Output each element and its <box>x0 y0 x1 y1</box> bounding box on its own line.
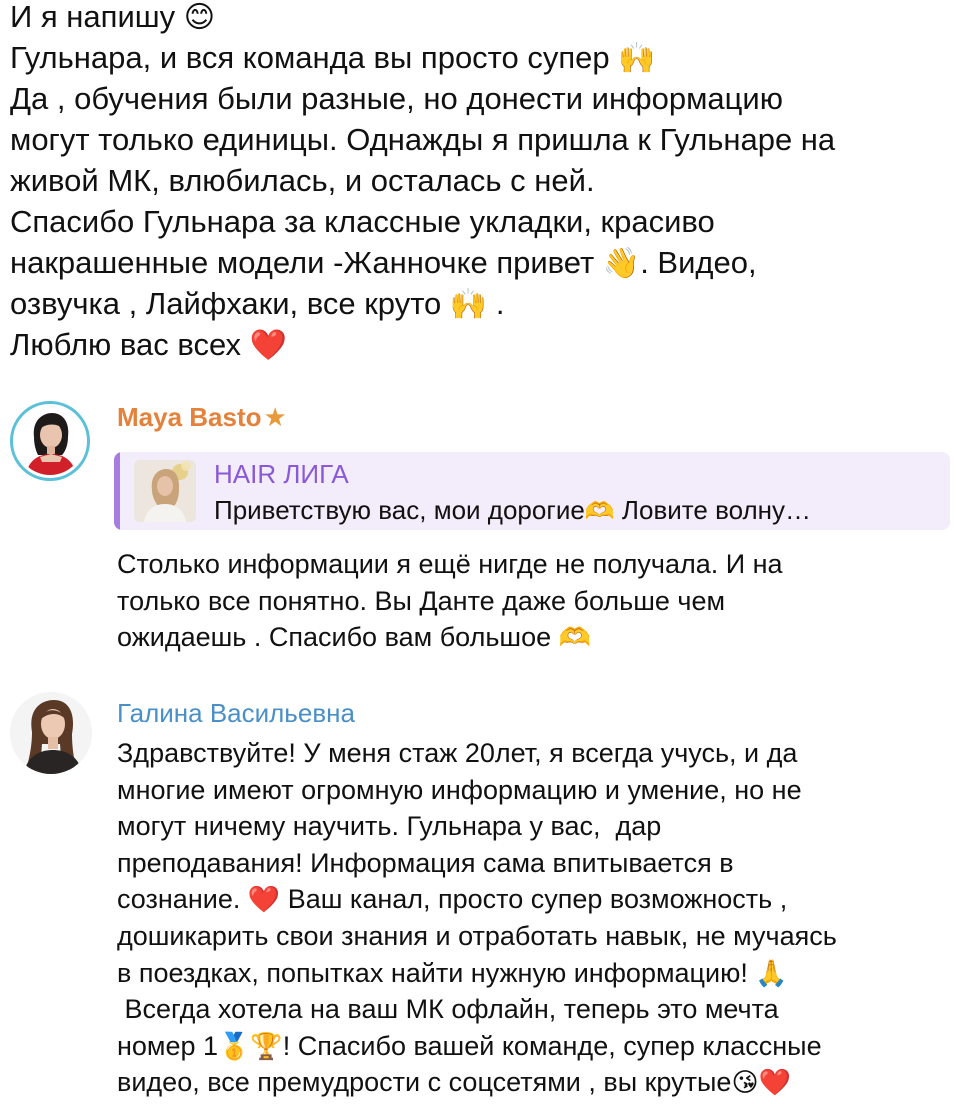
sender-name[interactable]: Галина Васильевна <box>117 697 355 729</box>
avatar-photo-icon <box>16 407 84 475</box>
message-line: Столько информации я ещё нигде не получа… <box>117 549 783 579</box>
star-icon: ★ <box>263 402 287 432</box>
message-line: видео, все премудрости с соцсетями , вы … <box>117 1067 791 1099</box>
message-line: могут ничему научить. Гульнара у вас, да… <box>117 811 662 842</box>
message-line: ожидаешь . Спасибо вам большое 🫶 <box>117 622 591 654</box>
reply-thumbnail <box>134 460 196 522</box>
reply-text: Приветствую вас, мои дорогие🫶 Ловите вол… <box>214 495 812 525</box>
avatar-maya[interactable] <box>10 401 90 481</box>
kiss-heart-emoji-icon: 😘❤️ <box>731 1068 791 1099</box>
reply-title: HAIR ЛИГА <box>214 459 349 489</box>
heart-hands-emoji-icon: 🫶 <box>558 623 591 654</box>
message-line: озвучка , Лайфхаки, все круто 🙌 . <box>10 286 505 322</box>
message-line: в поездках, попытках найти нужную информ… <box>117 957 788 989</box>
avatar-photo-icon <box>10 692 92 774</box>
reply-quote[interactable]: HAIR ЛИГА Приветствую вас, мои дорогие🫶 … <box>114 452 950 530</box>
raised-hands-emoji-icon: 🙌 <box>449 287 488 322</box>
message-galina: Здравствуйте! У меня стаж 20лет, я всегд… <box>117 735 952 1101</box>
waving-hand-emoji-icon: 👋 <box>602 246 641 281</box>
avatar-galina[interactable] <box>10 692 92 774</box>
reply-accent-bar <box>114 452 120 530</box>
message-line: преподавания! Информация сама впитываетс… <box>117 847 734 878</box>
smile-emoji-icon: 😊 <box>183 0 216 35</box>
message-line: Гульнара, и вся команда вы просто супер … <box>10 40 656 76</box>
message-maya: Столько информации я ещё нигде не получа… <box>117 546 952 656</box>
heart-hands-emoji-icon: 🫶 <box>584 497 615 525</box>
sender-name[interactable]: Maya Basto★ <box>117 401 287 433</box>
folded-hands-emoji-icon: 🙏 <box>755 958 788 989</box>
message-line: Люблю вас всех ❤️ <box>10 327 288 363</box>
heart-emoji-icon: ❤️ <box>249 328 288 363</box>
raised-hands-emoji-icon: 🙌 <box>618 41 656 76</box>
message-line: Да , обучения были разные, но донести ин… <box>10 81 783 116</box>
message-line: номер 1🥇🏆! Спасибо вашей команде, супер … <box>117 1030 822 1062</box>
message-line: могут только единицы. Однажды я пришла к… <box>10 122 836 157</box>
message-line: живой МК, влюбилась, и осталась с ней. <box>10 163 595 198</box>
medal-trophy-emoji-icon: 🥇🏆 <box>218 1031 283 1062</box>
message-top: И я напишу 😊 Гульнара, и вся команда вы … <box>10 0 950 365</box>
message-line: Здравствуйте! У меня стаж 20лет, я всегд… <box>117 738 798 768</box>
message-line: Спасибо Гульнара за классные укладки, кр… <box>10 204 715 239</box>
heart-emoji-icon: ❤️ <box>247 885 281 916</box>
message-line: сознание. ❤️ Ваш канал, просто супер воз… <box>117 884 788 916</box>
message-line: дошикарить свои знания и отработать навы… <box>117 920 837 951</box>
thumbnail-photo-icon <box>134 460 196 522</box>
message-line: многие имеют огромную информацию и умени… <box>117 774 802 805</box>
message-line: только все понятно. Вы Данте даже больше… <box>117 585 726 616</box>
message-line: накрашенные модели -Жанночке привет 👋. В… <box>10 245 757 281</box>
message-line: И я напишу 😊 <box>10 0 216 35</box>
message-line: Всегда хотела на ваш МК офлайн, теперь э… <box>117 994 779 1025</box>
